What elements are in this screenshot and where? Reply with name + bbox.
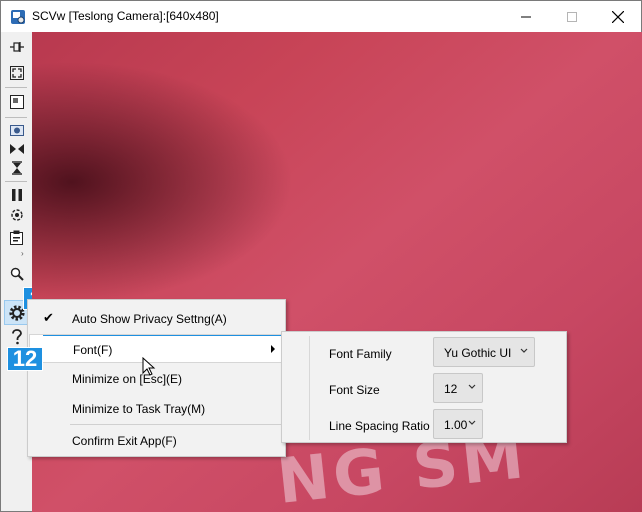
window-title: SCVw [Teslong Camera]:[640x480] [32, 9, 219, 23]
help-icon [11, 329, 22, 345]
submenu-divider [309, 336, 310, 440]
chevron-down-icon [468, 420, 476, 425]
minimize-button[interactable] [503, 1, 549, 32]
close-button[interactable] [595, 1, 641, 32]
app-window: SCVw [Teslong Camera]:[640x480] › NG SM … [0, 0, 642, 512]
font-size-label: Font Size [329, 383, 380, 397]
line-spacing-label: Line Spacing Ratio [329, 419, 430, 433]
pause-button[interactable] [5, 185, 28, 205]
menu-separator [70, 424, 285, 425]
font-family-label: Font Family [329, 347, 392, 361]
menu-item-minimize-on-esc[interactable]: Minimize on [Esc](E) [29, 364, 284, 393]
camera-settings-button[interactable] [5, 205, 28, 225]
zoom-button[interactable] [5, 264, 28, 284]
font-submenu: Font Family Yu Gothic UI Font Size 12 Li… [281, 331, 567, 443]
line-spacing-value: 1.00 [444, 418, 468, 432]
zoom-icon [10, 267, 24, 281]
submenu-arrow-icon [271, 345, 275, 353]
menu-item-minimize-to-tray[interactable]: Minimize to Task Tray(M) [29, 394, 284, 423]
chevron-down-icon [468, 384, 476, 389]
toolbar-separator [5, 87, 27, 88]
annotation-badge: 12 [7, 347, 43, 371]
capture-icon [9, 125, 24, 136]
menu-item-label: Minimize on [Esc](E) [72, 372, 183, 386]
menu-item-label: Confirm Exit App(F) [72, 434, 177, 448]
menu-item-font[interactable]: Font(F) [29, 334, 284, 363]
pin-button[interactable] [5, 37, 28, 57]
clipboard-button[interactable] [5, 227, 28, 247]
chevron-down-icon [520, 348, 528, 353]
menu-item-confirm-exit[interactable]: Confirm Exit App(F) [29, 426, 284, 455]
line-spacing-select[interactable]: 1.00 [433, 409, 483, 439]
overflow-chevron[interactable]: › [21, 249, 24, 258]
menu-item-label: Font(F) [73, 343, 113, 357]
pin-icon [9, 42, 24, 52]
toolbar-separator [5, 117, 27, 118]
flip-icon [9, 144, 24, 154]
title-bar: SCVw [Teslong Camera]:[640x480] [1, 1, 641, 32]
close-icon [612, 10, 624, 23]
font-family-select[interactable]: Yu Gothic UI [433, 337, 535, 367]
mouse-cursor-icon [142, 357, 156, 376]
settings-context-menu: ✔ Auto Show Privacy Settng(A) Font(F) Mi… [27, 299, 286, 457]
timer-icon [11, 161, 22, 175]
maximize-icon [567, 11, 577, 22]
help-button[interactable] [5, 327, 28, 347]
fit-window-icon [9, 66, 24, 80]
timer-button[interactable] [5, 158, 28, 178]
camera-settings-icon [10, 209, 23, 221]
maximize-button[interactable] [549, 1, 595, 32]
menu-item-auto-show-privacy[interactable]: ✔ Auto Show Privacy Settng(A) [29, 304, 284, 333]
font-family-value: Yu Gothic UI [444, 346, 512, 360]
fit-window-button[interactable] [5, 63, 28, 83]
capture-button[interactable] [5, 120, 28, 140]
pause-icon [11, 189, 22, 201]
check-icon: ✔ [43, 310, 54, 325]
font-size-select[interactable]: 12 [433, 373, 483, 403]
app-icon [11, 10, 25, 24]
snapshot-window-icon [9, 95, 24, 109]
toolbar-separator [5, 181, 27, 182]
menu-item-label: Minimize to Task Tray(M) [72, 402, 206, 416]
annotation-connector [43, 335, 283, 336]
clipboard-icon [10, 230, 23, 245]
snapshot-window-button[interactable] [5, 92, 28, 112]
menu-item-label: Auto Show Privacy Settng(A) [72, 312, 227, 326]
minimize-icon [521, 16, 531, 17]
flip-button[interactable] [5, 139, 28, 159]
font-size-value: 12 [444, 382, 458, 396]
